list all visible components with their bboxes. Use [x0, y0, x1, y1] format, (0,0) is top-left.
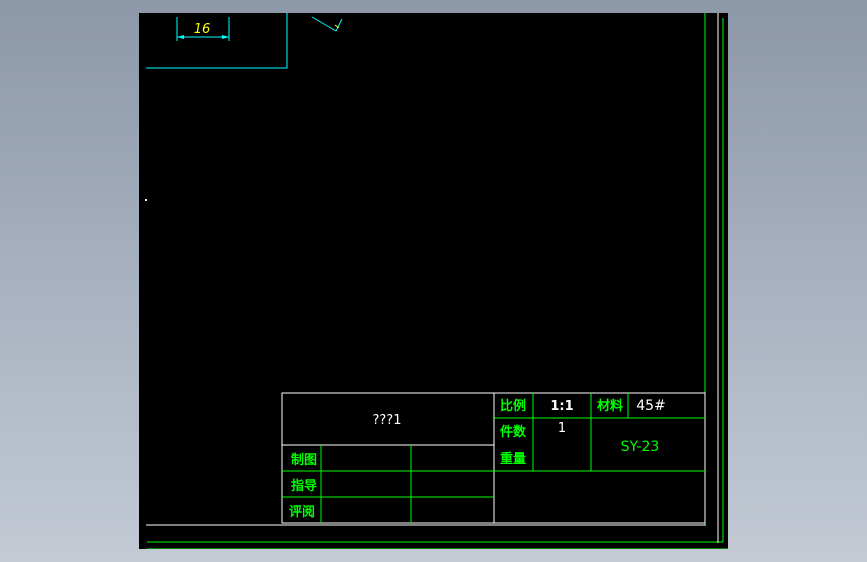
material-value: 45# — [636, 398, 666, 414]
material-label: 材料 — [597, 398, 623, 414]
inner-frame — [146, 13, 719, 543]
cad-drawing-canvas: 16 ???1 比例 1:1 材料 45# 件数 1 SY-23 重量 制图 指… — [145, 13, 728, 549]
part-name: ???1 — [373, 413, 402, 428]
reviewer-label: 评阅 — [289, 504, 315, 520]
part-outline — [146, 13, 288, 69]
instructor-label: 指导 — [291, 478, 317, 494]
dimension-16-text: 16 — [194, 22, 211, 37]
scale-value: 1:1 — [550, 399, 573, 414]
drawing-point — [145, 199, 147, 201]
dimension-16: 16 — [176, 17, 230, 41]
drawn-by-label: 制图 — [291, 452, 317, 468]
weight-label: 重量 — [500, 451, 526, 467]
drawing-number: SY-23 — [621, 439, 660, 455]
surface-roughness-symbol — [311, 16, 343, 32]
quantity-value: 1 — [558, 421, 566, 436]
scale-label: 比例 — [500, 398, 526, 414]
title-block: ???1 比例 1:1 材料 45# 件数 1 SY-23 重量 制图 指导 评… — [281, 392, 706, 524]
drawing-viewport[interactable]: 16 ???1 比例 1:1 材料 45# 件数 1 SY-23 重量 制图 指… — [139, 13, 728, 549]
drawing-border — [147, 13, 728, 549]
quantity-label: 件数 — [500, 424, 527, 440]
